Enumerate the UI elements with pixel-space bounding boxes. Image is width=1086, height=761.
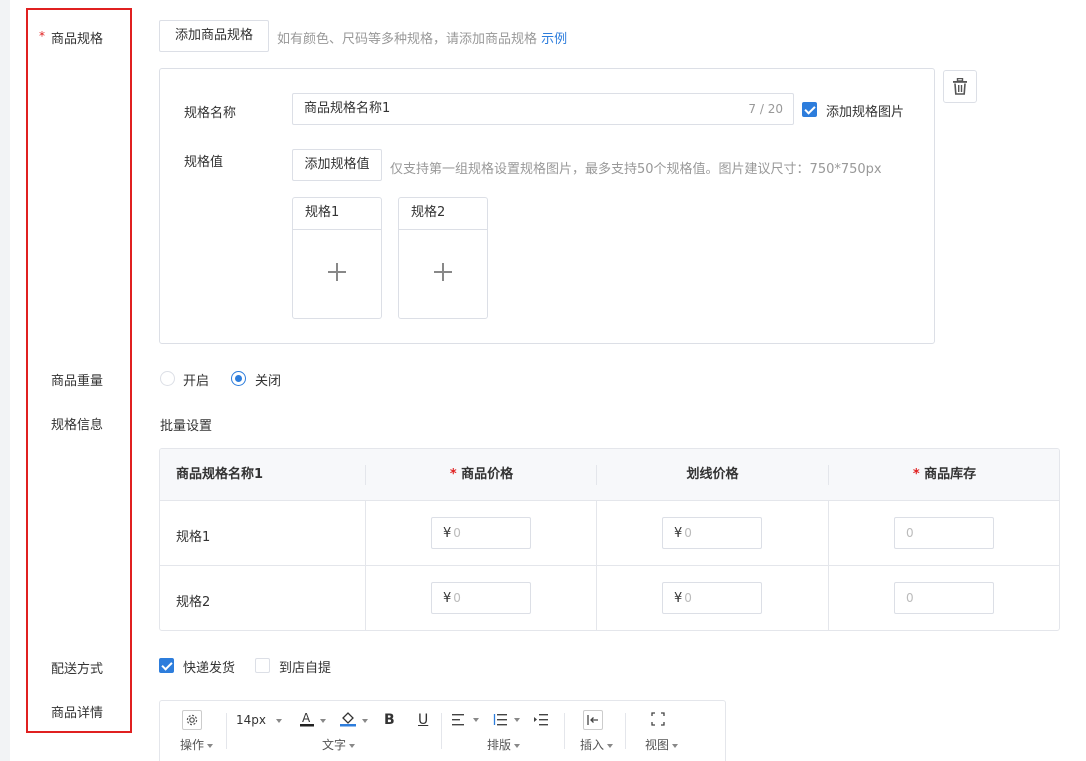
toolbar-group-layout[interactable]: 排版 bbox=[487, 736, 521, 753]
add-spec-image-checkbox[interactable] bbox=[802, 102, 817, 117]
trash-icon bbox=[953, 78, 967, 95]
toolbar-group-view[interactable]: 视图 bbox=[645, 736, 679, 753]
font-color-icon[interactable]: A bbox=[300, 711, 314, 727]
settings-icon[interactable] bbox=[182, 710, 202, 730]
table-header: 商品规格名称1 * 商品价格 划线价格 * 商品库存 bbox=[160, 449, 1059, 501]
column-header-strike-price: 划线价格 bbox=[686, 467, 739, 482]
toolbar-group-insert[interactable]: 插入 bbox=[580, 736, 614, 753]
stock-input[interactable]: 0 bbox=[894, 517, 994, 549]
store-pickup-label: 到店自提 bbox=[279, 661, 332, 676]
toolbar-group-text[interactable]: 文字 bbox=[322, 736, 356, 753]
column-header-stock: * 商品库存 bbox=[912, 467, 977, 482]
align-icon[interactable] bbox=[452, 714, 466, 730]
price-input[interactable]: ¥0 bbox=[431, 517, 531, 549]
weight-field-label: 商品重量 bbox=[51, 374, 104, 389]
spec-value-card-label: 规格2 bbox=[399, 198, 487, 230]
spec-value-label: 规格值 bbox=[184, 155, 224, 170]
spec-table: 商品规格名称1 * 商品价格 划线价格 * 商品库存 规格1 ¥0 ¥0 0 规… bbox=[159, 448, 1060, 631]
table-row: 规格1 ¥0 ¥0 0 bbox=[160, 501, 1059, 566]
plus-icon[interactable] bbox=[434, 263, 452, 281]
example-link[interactable]: 示例 bbox=[541, 32, 567, 47]
spec-name-input[interactable]: 商品规格名称1 7 / 20 bbox=[292, 93, 794, 125]
delete-spec-button[interactable] bbox=[943, 70, 977, 103]
indent-icon[interactable] bbox=[534, 714, 548, 730]
spec-field-label: 商品规格 bbox=[51, 32, 104, 47]
stock-input[interactable]: 0 bbox=[894, 582, 994, 614]
spec-value-hint: 仅支持第一组规格设置规格图片，最多支持50个规格值。图片建议尺寸：750*750… bbox=[390, 162, 882, 177]
spec-name-label: 规格名称 bbox=[184, 106, 237, 121]
fill-color-icon[interactable] bbox=[340, 711, 356, 727]
strike-price-input[interactable]: ¥0 bbox=[662, 517, 762, 549]
strike-price-input[interactable]: ¥0 bbox=[662, 582, 762, 614]
detail-field-label: 商品详情 bbox=[51, 706, 104, 721]
plus-icon[interactable] bbox=[328, 263, 346, 281]
left-gutter bbox=[0, 0, 10, 761]
table-row: 规格2 ¥0 ¥0 0 bbox=[160, 566, 1059, 630]
underline-icon[interactable]: U bbox=[418, 712, 428, 728]
weight-off-label: 关闭 bbox=[255, 374, 282, 389]
spec-value-card: 规格1 bbox=[292, 197, 382, 319]
required-mark: * bbox=[39, 29, 45, 43]
express-delivery-checkbox[interactable] bbox=[159, 658, 174, 673]
spec-name-value: 商品规格名称1 bbox=[304, 101, 391, 116]
column-header-price: * 商品价格 bbox=[449, 467, 514, 482]
svg-text:A: A bbox=[302, 711, 311, 725]
editor-toolbar: 操作 14px A B U 文字 排版 插入 视图 bbox=[159, 700, 726, 761]
row-spec-name: 规格1 bbox=[176, 530, 211, 545]
font-size-select[interactable]: 14px bbox=[236, 713, 282, 727]
bold-icon[interactable]: B bbox=[384, 712, 395, 728]
column-header-spec-name: 商品规格名称1 bbox=[176, 467, 264, 482]
weight-off-radio[interactable] bbox=[231, 371, 246, 386]
add-spec-value-button[interactable]: 添加规格值 bbox=[292, 149, 382, 181]
spec-value-card-label: 规格1 bbox=[293, 198, 381, 230]
spec-value-card: 规格2 bbox=[398, 197, 488, 319]
delivery-field-label: 配送方式 bbox=[51, 662, 104, 677]
weight-on-label: 开启 bbox=[183, 374, 210, 389]
line-height-icon[interactable] bbox=[493, 714, 507, 730]
spec-hint: 如有颜色、尺码等多种规格，请添加商品规格 示例 bbox=[277, 32, 568, 47]
weight-on-radio[interactable] bbox=[160, 371, 175, 386]
insert-icon[interactable] bbox=[583, 710, 603, 730]
toolbar-group-operate[interactable]: 操作 bbox=[180, 736, 214, 753]
add-spec-image-label: 添加规格图片 bbox=[826, 105, 905, 120]
batch-settings-link[interactable]: 批量设置 bbox=[160, 415, 212, 434]
spec-info-field-label: 规格信息 bbox=[51, 418, 104, 433]
row-spec-name: 规格2 bbox=[176, 595, 211, 610]
spec-name-counter: 7 / 20 bbox=[748, 102, 783, 116]
add-spec-button[interactable]: 添加商品规格 bbox=[159, 20, 269, 52]
express-delivery-label: 快递发货 bbox=[183, 661, 236, 676]
store-pickup-checkbox[interactable] bbox=[255, 658, 270, 673]
fullscreen-icon[interactable] bbox=[651, 712, 665, 730]
price-input[interactable]: ¥0 bbox=[431, 582, 531, 614]
